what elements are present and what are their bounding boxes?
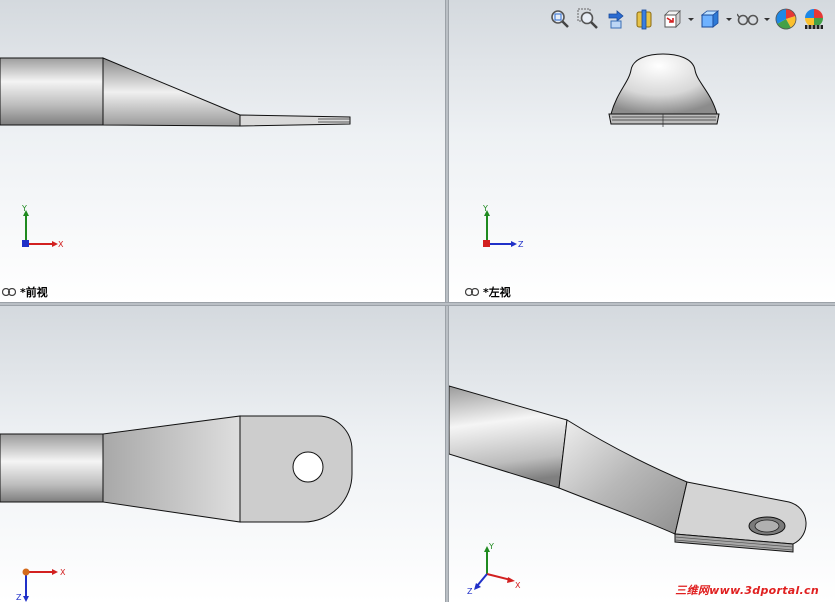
horizontal-viewport-splitter[interactable] <box>0 302 835 306</box>
triad-label-x: X <box>515 581 521 590</box>
axis-triad: Y X <box>21 204 64 249</box>
zoom-to-fit-button[interactable] <box>547 6 573 32</box>
heads-up-view-toolbar <box>547 6 827 32</box>
top-viewport[interactable]: Z X <box>0 306 445 602</box>
left-view-name: *左视 <box>483 286 511 299</box>
link-icon <box>2 288 16 296</box>
section-view-icon <box>636 9 652 30</box>
triad-label-z: Z <box>16 593 22 602</box>
triad-label-x: X <box>58 240 64 249</box>
front-viewport[interactable]: Y X *前视 <box>0 0 445 302</box>
front-view-name: *前视 <box>20 286 48 299</box>
previous-view-icon <box>608 10 624 29</box>
display-style-icon <box>700 10 720 28</box>
zoom-to-area-icon <box>577 8 598 29</box>
display-style-dropdown[interactable] <box>725 6 733 32</box>
display-style-button[interactable] <box>697 6 723 32</box>
part-front-view <box>0 57 351 127</box>
hide-show-items-dropdown[interactable] <box>763 6 771 32</box>
zoom-to-area-button[interactable] <box>575 6 601 32</box>
zoom-to-fit-icon <box>551 10 569 28</box>
watermark: 三维网www.3dportal.cn <box>675 584 819 597</box>
triad-label-y: Y <box>482 204 488 213</box>
section-view-button[interactable] <box>631 6 657 32</box>
view-orientation-icon <box>664 10 681 28</box>
view-orientation-button[interactable] <box>659 6 685 32</box>
triad-label-z: Z <box>467 587 473 596</box>
left-view-label: *左视 <box>465 284 511 300</box>
triad-label-y: Y <box>488 542 494 551</box>
apply-scene-icon <box>805 9 823 29</box>
axis-triad: Z X <box>16 568 66 602</box>
vertical-viewport-splitter[interactable] <box>445 0 449 602</box>
view-orientation-dropdown[interactable] <box>687 6 695 32</box>
front-view-label: *前视 <box>2 284 48 300</box>
triad-label-y: Y <box>21 204 27 213</box>
part-left-view <box>608 53 720 127</box>
axis-triad: Y Z <box>482 204 524 249</box>
hide-show-items-button[interactable] <box>735 6 761 32</box>
triad-label-z: Z <box>518 240 524 249</box>
left-viewport[interactable]: Y Z *左视 <box>449 0 835 302</box>
previous-view-button[interactable] <box>603 6 629 32</box>
edit-appearance-button[interactable] <box>773 6 799 32</box>
link-icon <box>465 288 479 296</box>
hide-show-items-icon <box>737 13 759 26</box>
axis-triad: Y Z X <box>467 542 521 596</box>
apply-scene-button[interactable] <box>801 6 827 32</box>
isometric-viewport[interactable]: Y Z X 三维网www.3dportal.cn <box>449 306 835 602</box>
edit-appearance-icon <box>775 8 797 30</box>
triad-label-x: X <box>60 568 66 577</box>
